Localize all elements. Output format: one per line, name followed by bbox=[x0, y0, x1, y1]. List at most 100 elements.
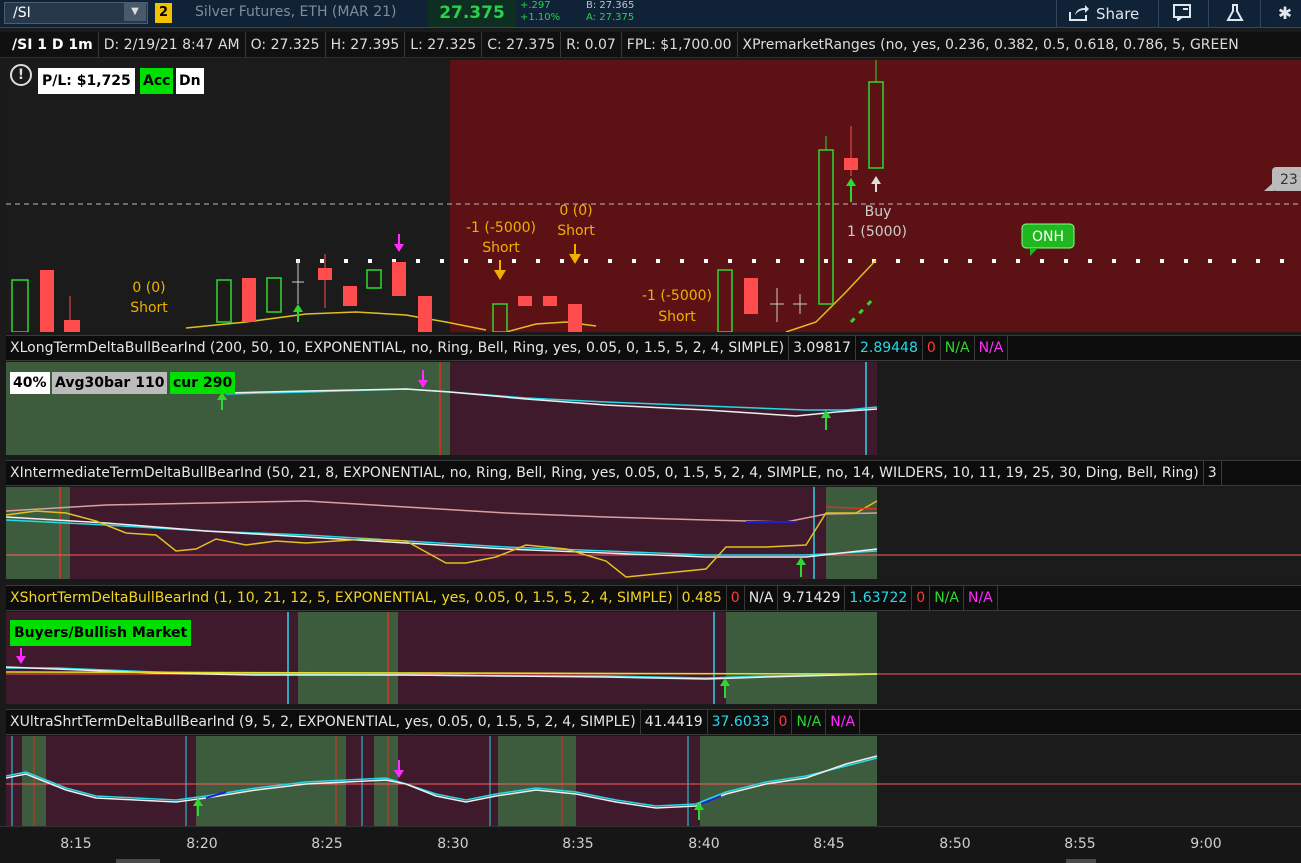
candle-down bbox=[242, 278, 256, 322]
study-pane-intermediate[interactable] bbox=[6, 487, 1301, 579]
study-value: 2.89448 bbox=[856, 336, 923, 360]
gear-icon[interactable]: ✱ bbox=[1272, 3, 1298, 25]
time-tick-label: 8:35 bbox=[562, 836, 593, 852]
acc-badge: Acc bbox=[140, 68, 174, 94]
bull-zone bbox=[726, 612, 877, 704]
study-name[interactable]: XIntermediateTermDeltaBullBearInd (50, 2… bbox=[6, 461, 1204, 485]
top-toolbar: /SI ▼ 2 Silver Futures, ETH (MAR 21) 27.… bbox=[0, 0, 1301, 28]
flask-icon[interactable] bbox=[1222, 3, 1248, 25]
bar-open: O: 27.325 bbox=[246, 32, 326, 57]
bull-zone bbox=[498, 736, 576, 826]
study-pane-short-term[interactable]: Buyers/Bullish Market bbox=[6, 612, 1301, 704]
time-tick-label: 8:20 bbox=[186, 836, 217, 852]
order-label-qty: 0 (0) bbox=[559, 203, 592, 219]
symbol-description: Silver Futures, ETH (MAR 21) bbox=[195, 4, 397, 20]
messages-icon[interactable] bbox=[1170, 3, 1196, 25]
candle-down bbox=[543, 296, 557, 306]
time-tick-label: 8:40 bbox=[688, 836, 719, 852]
study-header-ultra-short[interactable]: XUltraShrtTermDeltaBullBearInd (9, 5, 2,… bbox=[6, 709, 1301, 735]
order-label-side: Short bbox=[658, 309, 696, 325]
study-value: 3.09817 bbox=[789, 336, 856, 360]
short-term-plot bbox=[6, 612, 1301, 704]
study-value: 0 bbox=[912, 586, 931, 610]
study-value: 0 bbox=[727, 586, 745, 610]
chart-title[interactable]: /SI 1 D 1m bbox=[0, 32, 99, 57]
symbol-dropdown-button[interactable]: ▼ bbox=[124, 3, 146, 21]
bar-low: L: 27.325 bbox=[405, 32, 483, 57]
time-axis[interactable]: 8:15 8:20 8:25 8:30 8:35 8:40 8:45 8:50 … bbox=[0, 826, 1301, 863]
order-label-qty: -1 (-5000) bbox=[466, 220, 536, 236]
cur-badge: cur 290 bbox=[170, 372, 236, 394]
toolbar-divider bbox=[1056, 0, 1057, 28]
candle-down bbox=[744, 278, 758, 314]
candle-down bbox=[392, 262, 406, 296]
order-label-qty: 1 (5000) bbox=[847, 224, 907, 240]
study-name[interactable]: XShortTermDeltaBullBearInd (1, 10, 21, 1… bbox=[6, 586, 678, 610]
price-tag-label: 23 bbox=[1280, 172, 1298, 188]
bid-ask: B: 27.365 A: 27.375 bbox=[586, 0, 634, 24]
fpl-value: FPL: $1,700.00 bbox=[622, 32, 738, 57]
study-value: 0 bbox=[923, 336, 941, 360]
pl-badge: P/L: $1,725 bbox=[38, 68, 135, 94]
price-pane[interactable]: 0 (0) Short -1 (-5000) Short 0 (0) Short… bbox=[6, 60, 1301, 332]
share-label: Share bbox=[1096, 5, 1140, 23]
avg-badge: Avg30bar 110 bbox=[52, 372, 168, 394]
time-tick-label: 8:45 bbox=[813, 836, 844, 852]
study-header-intermediate[interactable]: XIntermediateTermDeltaBullBearInd (50, 2… bbox=[6, 460, 1301, 486]
scroll-thumb[interactable] bbox=[1066, 859, 1096, 863]
share-button[interactable]: Share bbox=[1068, 2, 1139, 26]
time-tick-label: 9:00 bbox=[1190, 836, 1221, 852]
neutral-zone bbox=[6, 60, 450, 332]
percent-badge: 40% bbox=[10, 372, 50, 394]
bull-zone bbox=[298, 612, 398, 704]
share-icon bbox=[1069, 5, 1089, 21]
study-value: N/A bbox=[941, 336, 975, 360]
study-value: 0.485 bbox=[678, 586, 727, 610]
bear-zone bbox=[70, 487, 826, 579]
price-chart: 0 (0) Short -1 (-5000) Short 0 (0) Short… bbox=[6, 60, 1301, 332]
study-value: 41.4419 bbox=[641, 710, 708, 734]
order-label-side: Short bbox=[482, 240, 520, 256]
candle-down bbox=[64, 320, 80, 332]
dn-badge: Dn bbox=[176, 68, 204, 94]
study-value: N/A bbox=[930, 586, 964, 610]
alert-icon[interactable]: ! bbox=[10, 64, 32, 86]
study-value: N/A bbox=[792, 710, 827, 734]
scroll-thumb[interactable] bbox=[116, 859, 160, 863]
candle-down bbox=[568, 304, 582, 332]
study-pane-long-term[interactable]: 40% Avg30bar 110 cur 290 bbox=[6, 362, 1301, 455]
bearish-zone bbox=[450, 60, 1301, 332]
candle-down bbox=[418, 296, 432, 332]
order-label-side: Buy bbox=[865, 204, 892, 220]
study-value: 1.63722 bbox=[845, 586, 913, 610]
order-label-side: Short bbox=[557, 223, 595, 239]
order-label-qty: -1 (-5000) bbox=[642, 288, 712, 304]
study-name[interactable]: XLongTermDeltaBullBearInd (200, 50, 10, … bbox=[6, 336, 790, 360]
ask-price: A: 27.375 bbox=[586, 12, 635, 23]
time-tick-label: 8:55 bbox=[1064, 836, 1095, 852]
candle-down bbox=[518, 296, 532, 306]
study-value: N/A bbox=[826, 710, 861, 734]
study-name[interactable]: XUltraShrtTermDeltaBullBearInd (9, 5, 2,… bbox=[6, 710, 641, 734]
time-axis-ticks: 8:15 8:20 8:25 8:30 8:35 8:40 8:45 8:50 … bbox=[60, 836, 1222, 863]
chart-info-bar: /SI 1 D 1m D: 2/19/21 8:47 AM O: 27.325 H: … bbox=[0, 32, 1301, 58]
market-state-badge: Buyers/Bullish Market bbox=[10, 620, 192, 646]
bar-high: H: 27.395 bbox=[326, 32, 406, 57]
candle-down bbox=[343, 286, 357, 306]
toolbar-divider bbox=[1208, 0, 1209, 28]
study-pane-ultra-short[interactable] bbox=[6, 736, 1301, 826]
bar-close: C: 27.375 bbox=[482, 32, 562, 57]
study-value: N/A bbox=[745, 586, 779, 610]
premarket-study-label[interactable]: XPremarketRanges (no, yes, 0.236, 0.382,… bbox=[738, 32, 1244, 57]
time-tick-label: 8:25 bbox=[311, 836, 342, 852]
study-header-long-term[interactable]: XLongTermDeltaBullBearInd (200, 50, 10, … bbox=[6, 335, 1301, 361]
bear-zone bbox=[398, 612, 726, 704]
bull-zone bbox=[826, 487, 877, 579]
time-tick-label: 8:50 bbox=[939, 836, 970, 852]
link-group-badge[interactable]: 2 bbox=[155, 3, 172, 23]
net-change: +.297 +1.10% bbox=[520, 0, 560, 24]
study-header-short-term[interactable]: XShortTermDeltaBullBearInd (1, 10, 21, 1… bbox=[6, 585, 1301, 611]
candle-down bbox=[40, 270, 54, 332]
change-absolute: +.297 bbox=[520, 0, 551, 11]
order-label-qty: 0 (0) bbox=[132, 280, 165, 296]
